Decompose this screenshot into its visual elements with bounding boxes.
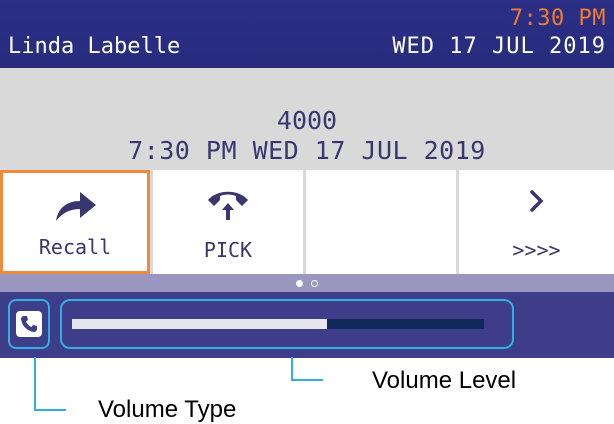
volume-fill (72, 319, 328, 329)
softkey-pick-label: PICK (203, 238, 253, 262)
volume-bar (0, 292, 614, 358)
call-info-panel: 4000 7:30 PM WED 17 JUL 2019 (0, 68, 614, 170)
header-date: WED 17 JUL 2019 (392, 34, 606, 59)
status-header: 7:30 PM Linda Labelle WED 17 JUL 2019 (0, 0, 614, 68)
volume-level-callout-line (291, 357, 293, 381)
softkey-bar: Recall PICK >>>> (0, 170, 614, 274)
volume-type-indicator (8, 299, 50, 349)
softkey-empty[interactable] (306, 170, 456, 274)
phone-screen: 7:30 PM Linda Labelle WED 17 JUL 2019 40… (0, 0, 614, 358)
volume-type-annotation: Volume Type (98, 396, 237, 423)
clock-time: 7:30 PM (509, 6, 606, 31)
softkey-more[interactable]: >>>> (459, 170, 614, 274)
softkey-pick[interactable]: PICK (153, 170, 303, 274)
page-dot-inactive (311, 279, 318, 287)
user-name: Linda Labelle (8, 34, 181, 59)
volume-level-callout-tick (291, 379, 323, 381)
pickup-handset-icon (153, 186, 303, 220)
page-dot-active (296, 279, 303, 287)
softkey-more-label: >>>> (512, 238, 561, 262)
phone-handset-icon (16, 311, 42, 337)
volume-level-annotation: Volume Level (372, 367, 517, 394)
call-datetime: 7:30 PM WED 17 JUL 2019 (128, 136, 486, 165)
softkey-recall-label: Recall (38, 235, 112, 259)
softkey-recall[interactable]: Recall (0, 170, 150, 274)
call-number: 4000 (276, 106, 338, 135)
chevron-right-icon (459, 186, 614, 220)
volume-type-callout-tick (34, 409, 66, 411)
volume-type-callout-line (34, 357, 36, 411)
volume-track (72, 319, 484, 329)
volume-level-indicator[interactable] (60, 299, 514, 349)
forward-arrow-icon (3, 189, 147, 223)
page-indicator (0, 274, 614, 292)
